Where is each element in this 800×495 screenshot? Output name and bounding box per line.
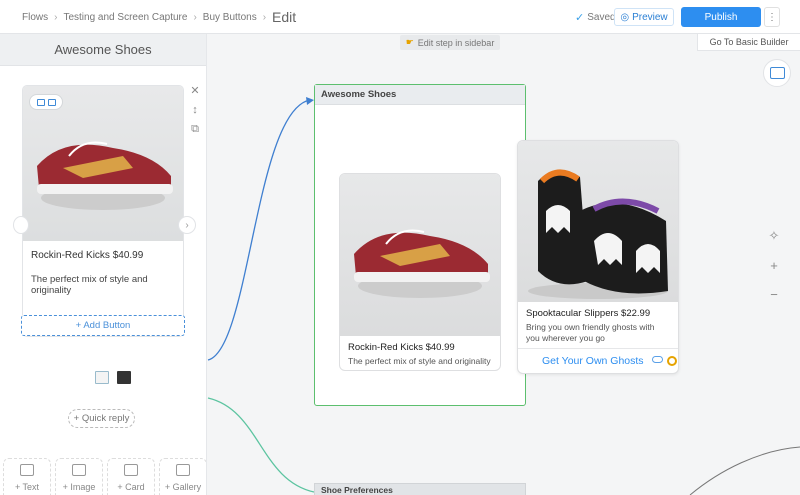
add-button[interactable]: + Add Button xyxy=(21,315,185,336)
duplicate-icon[interactable]: ⧉ xyxy=(191,123,199,136)
red-sneakers-icon xyxy=(37,141,173,210)
sidebar-title: Awesome Shoes xyxy=(0,34,206,66)
flow-connector-green xyxy=(207,397,315,493)
move-icon[interactable]: ↕ xyxy=(192,104,198,116)
card-subtitle: Bring you own friendly ghosts with you w… xyxy=(526,322,655,343)
add-gallery-tile[interactable]: + Gallery xyxy=(159,458,206,495)
edit-hint-label: Edit step in sidebar xyxy=(417,37,495,48)
thumbnail-ghost-slippers[interactable] xyxy=(117,371,131,384)
image-icon xyxy=(72,464,86,476)
add-card-tile[interactable]: + Card xyxy=(107,458,155,495)
add-image-label: + Image xyxy=(62,482,96,492)
text-icon xyxy=(20,464,34,476)
gallery-card-red-kicks[interactable]: Rockin-Red Kicks $40.99 The perfect mix … xyxy=(339,173,501,371)
link-icon[interactable] xyxy=(651,356,663,363)
previous-card-button[interactable] xyxy=(13,216,29,234)
card-title: Spooktacular Slippers $22.99 xyxy=(526,308,651,319)
add-gallery-button[interactable] xyxy=(763,59,791,87)
sidebar: Awesome Shoes Rockin-Red Kicks $40.99 Th… xyxy=(0,34,207,495)
ghost-slippers-icon xyxy=(528,169,668,299)
add-image-tile[interactable]: + Image xyxy=(55,458,103,495)
flow-node-shoe-preferences[interactable]: Shoe Preferences xyxy=(314,483,526,495)
gear-icon[interactable] xyxy=(666,356,677,366)
add-card-label: + Card xyxy=(117,482,145,492)
product-image-ghost-slippers xyxy=(518,141,678,302)
quick-reply-button[interactable]: + Quick reply xyxy=(68,409,135,428)
get-ghosts-button[interactable]: Get Your Own Ghosts xyxy=(542,355,644,367)
basic-builder-button[interactable]: Go To Basic Builder xyxy=(697,34,800,51)
red-sneakers-icon xyxy=(354,229,490,298)
node-title: Awesome Shoes xyxy=(315,85,525,105)
card-subtitle: The perfect mix of style and originality xyxy=(348,356,491,366)
flow-connector-blue xyxy=(207,99,311,361)
zoom-tools: ✧ + − xyxy=(766,228,782,302)
flow-connector-gray xyxy=(689,446,800,495)
button-actions xyxy=(651,356,677,366)
arrow-head-icon xyxy=(306,97,314,105)
hand-icon: ☛ xyxy=(405,37,414,47)
card-title: Rockin-Red Kicks $40.99 xyxy=(348,342,455,353)
add-text-tile[interactable]: + Text xyxy=(3,458,51,495)
card-thumbnails xyxy=(95,371,131,384)
card-icon xyxy=(124,464,138,476)
gallery-icon xyxy=(769,67,785,79)
gallery-card-ghost-slippers[interactable]: Spooktacular Slippers $22.99 Bring you o… xyxy=(517,140,679,374)
next-card-button[interactable]: › xyxy=(178,216,196,234)
card-subtitle-field[interactable]: The perfect mix of style and originality xyxy=(31,274,183,296)
add-text-label: + Text xyxy=(14,482,40,492)
gallery-icon xyxy=(176,464,190,476)
magic-wand-icon[interactable]: ✧ xyxy=(769,228,780,244)
card-editor[interactable]: Rockin-Red Kicks $40.99 The perfect mix … xyxy=(22,85,184,337)
edit-hint-badge: ☛ Edit step in sidebar xyxy=(400,35,500,50)
card-tools: ✕ ↕ ⧉ xyxy=(188,84,202,136)
card-title-field[interactable]: Rockin-Red Kicks $40.99 xyxy=(31,250,143,261)
thumbnail-red-kicks[interactable] xyxy=(95,371,109,384)
card-image[interactable] xyxy=(23,86,183,241)
add-gallery-label: + Gallery xyxy=(164,482,202,492)
close-icon[interactable]: ✕ xyxy=(190,84,199,97)
content-palette: + Text + Image + Card + Gallery xyxy=(0,458,206,495)
product-image-red-kicks xyxy=(340,174,500,336)
card-button-row: Get Your Own Ghosts xyxy=(518,348,678,373)
zoom-in-icon[interactable]: + xyxy=(770,258,778,273)
zoom-out-icon[interactable]: − xyxy=(770,287,778,302)
